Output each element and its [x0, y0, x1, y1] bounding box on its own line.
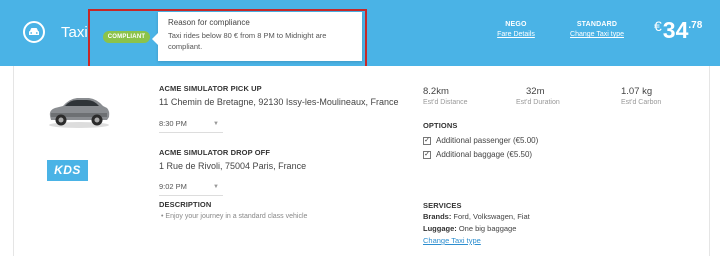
price-cents: .78 — [688, 20, 703, 31]
change-taxi-type-link[interactable]: Change Taxi type — [560, 31, 634, 38]
pickup-label: ACME SIMULATOR PICK UP — [159, 84, 262, 93]
distance-value: 8.2km — [423, 86, 449, 97]
nego-column: NEGO Fare Details — [494, 21, 538, 38]
description-text: • Enjoy your journey in a standard class… — [161, 213, 308, 220]
brands-key: Brands: — [423, 212, 452, 221]
option-additional-passenger[interactable]: ✓ Additional passenger (€5.00) — [423, 136, 538, 145]
nego-label: NEGO — [505, 21, 527, 28]
dropoff-address: 1 Rue de Rivoli, 75004 Paris, France — [159, 161, 307, 171]
carbon-value: 1.07 kg — [621, 86, 653, 97]
luggage-value: One big baggage — [456, 224, 517, 233]
description-label: DESCRIPTION — [159, 200, 212, 209]
price-whole: 34 — [662, 17, 689, 43]
pickup-time-value: 8:30 PM — [159, 119, 187, 128]
pickup-address: 11 Chemin de Bretagne, 92130 Issy-les-Mo… — [159, 97, 399, 107]
change-taxi-type-link[interactable]: Change Taxi type — [423, 236, 481, 245]
tooltip-title: Reason for compliance — [168, 18, 250, 27]
services-luggage: Luggage: One big baggage — [423, 224, 516, 233]
ride-details-card: KDS ACME SIMULATOR PICK UP 11 Chemin de … — [13, 66, 710, 256]
compliance-tooltip: Reason for compliance Taxi rides below 8… — [152, 12, 362, 61]
chevron-down-icon: ▼ — [213, 121, 219, 127]
brands-value: Ford, Volkswagen, Fiat — [451, 212, 530, 221]
taxi-brand-logo: KDS — [47, 160, 88, 181]
price: €34.78 — [654, 17, 702, 44]
dropoff-label: ACME SIMULATOR DROP OFF — [159, 148, 271, 157]
duration-label: Est'd Duration — [516, 99, 560, 106]
fare-details-link[interactable]: Fare Details — [494, 31, 538, 38]
ride-header: Taxi COMPLIANT Reason for compliance Tax… — [0, 0, 720, 66]
option-additional-baggage[interactable]: ✓ Additional baggage (€5.50) — [423, 150, 532, 159]
standard-label: STANDARD — [576, 21, 618, 28]
checkbox-checked-icon[interactable]: ✓ — [423, 136, 431, 145]
options-label: OPTIONS — [423, 121, 458, 130]
chevron-down-icon: ▼ — [213, 184, 219, 190]
taxi-icon — [23, 21, 45, 43]
luggage-key: Luggage: — [423, 224, 457, 233]
carbon-label: Est'd Carbon — [621, 99, 662, 106]
tooltip-text: Taxi rides below 80 € from 8 PM to Midni… — [168, 31, 327, 51]
ride-type-title: Taxi — [61, 24, 88, 41]
dropoff-time-value: 9:02 PM — [159, 182, 187, 191]
car-image — [49, 98, 110, 128]
dropoff-time-select[interactable]: 9:02 PM ▼ — [159, 180, 223, 196]
standard-column: STANDARD Change Taxi type — [560, 21, 634, 38]
compliant-badge[interactable]: COMPLIANT — [103, 31, 150, 43]
option-label: Additional baggage (€5.50) — [436, 150, 533, 159]
checkbox-checked-icon[interactable]: ✓ — [423, 150, 431, 159]
distance-label: Est'd Distance — [423, 99, 468, 106]
services-label: SERVICES — [423, 201, 462, 210]
pickup-time-select[interactable]: 8:30 PM ▼ — [159, 117, 223, 133]
price-currency: € — [654, 18, 662, 34]
duration-value: 32m — [526, 86, 545, 97]
services-brands: Brands: Ford, Volkswagen, Fiat — [423, 212, 530, 221]
option-label: Additional passenger (€5.00) — [436, 136, 539, 145]
